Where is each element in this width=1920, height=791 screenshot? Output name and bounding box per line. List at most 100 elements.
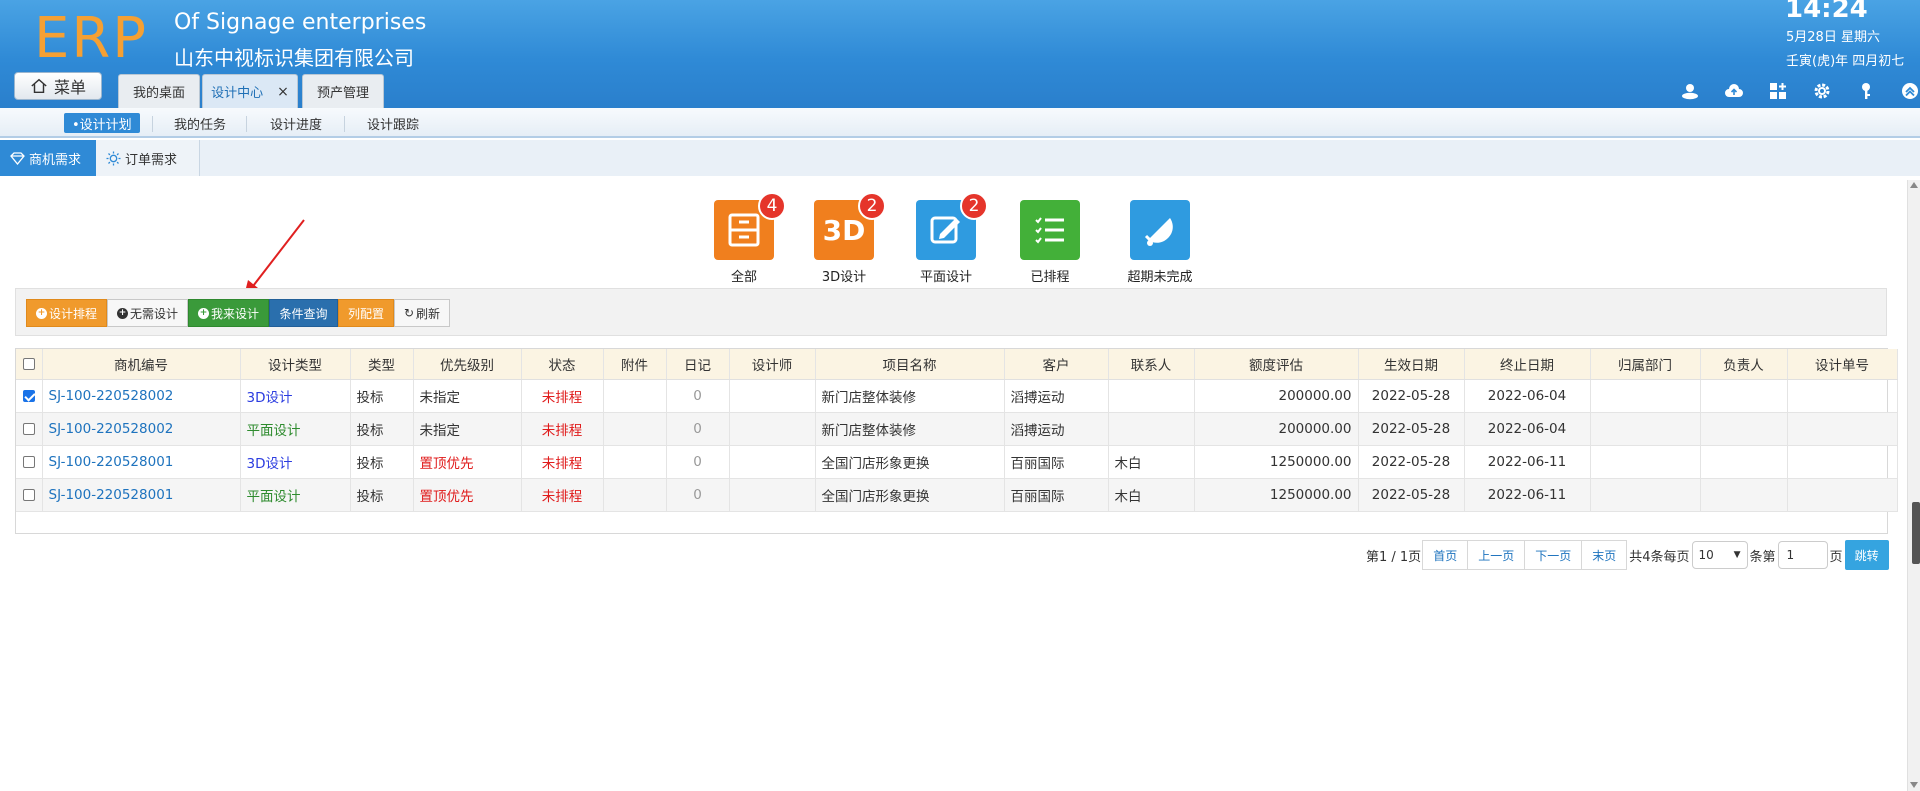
no-design-button[interactable]: + 无需设计: [107, 299, 188, 327]
tab-label: 我的桌面: [132, 86, 185, 101]
column-header[interactable]: 负责人: [1700, 349, 1788, 380]
column-header[interactable]: 设计单号: [1787, 349, 1898, 380]
opportunity-id-link[interactable]: SJ-100-220528002: [42, 379, 241, 413]
subnav-design-progress[interactable]: 设计进度: [270, 113, 322, 133]
lunar-date: 壬寅(虎)年 四月初七: [1786, 54, 1905, 69]
user-icon[interactable]: [1668, 80, 1712, 102]
column-header[interactable]: 终止日期: [1464, 349, 1591, 380]
i-design-button[interactable]: + 我来设计: [188, 299, 269, 327]
category-all[interactable]: 4 全部: [704, 192, 786, 285]
design-no-cell: [1787, 445, 1898, 479]
scroll-up-icon[interactable]: [1910, 182, 1918, 188]
opportunity-id-link[interactable]: SJ-100-220528001: [42, 445, 241, 479]
table-row[interactable]: SJ-100-220528001 平面设计 投标 置顶优先 未排程 0 全国门店…: [16, 478, 1898, 512]
column-header[interactable]: 额度评估: [1194, 349, 1359, 380]
category-label: 已排程: [1030, 270, 1070, 285]
plus-circle-icon: +: [35, 307, 47, 319]
dept-cell: [1590, 478, 1701, 512]
customer-cell: 滔搏运动: [1004, 412, 1109, 446]
category-flat-design[interactable]: 2 平面设计: [906, 192, 988, 285]
scroll-down-icon[interactable]: [1910, 782, 1918, 788]
contact-cell: 木白: [1108, 445, 1195, 479]
key-icon[interactable]: [1844, 80, 1888, 102]
menu-label: 菜单: [53, 78, 86, 97]
button-label: 无需设计: [129, 306, 178, 321]
condition-query-button[interactable]: 条件查询: [269, 299, 338, 327]
page-size-select[interactable]: 10 ▼: [1691, 541, 1748, 569]
opportunity-id-link[interactable]: SJ-100-220528001: [42, 478, 241, 512]
button-label: 设计排程: [48, 306, 97, 321]
tab-preproduction[interactable]: 预产管理: [302, 74, 384, 108]
start-date-cell: 2022-05-28: [1358, 412, 1465, 446]
design-no-cell: [1787, 478, 1898, 512]
opportunity-id-link[interactable]: SJ-100-220528002: [42, 412, 241, 446]
column-header[interactable]: 附件: [603, 349, 667, 380]
last-page-button[interactable]: 末页: [1581, 540, 1628, 570]
column-header[interactable]: 状态: [521, 349, 604, 380]
next-page-button[interactable]: 下一页: [1524, 540, 1583, 570]
amount-cell: 1250000.00: [1194, 478, 1359, 512]
gear-icon[interactable]: [1800, 80, 1844, 102]
tab-my-desktop[interactable]: 我的桌面: [118, 74, 200, 108]
grid-add-icon[interactable]: [1756, 80, 1800, 102]
count-badge: 4: [758, 192, 786, 220]
collapse-up-icon[interactable]: [1888, 80, 1920, 102]
column-header[interactable]: 生效日期: [1358, 349, 1465, 380]
row-checkbox[interactable]: [16, 412, 43, 446]
tab-design-center[interactable]: 设计中心 ×: [202, 74, 298, 108]
dept-cell: [1590, 445, 1701, 479]
column-header[interactable]: 设计类型: [240, 349, 351, 380]
column-header[interactable]: 设计师: [729, 349, 816, 380]
column-config-button[interactable]: 列配置: [338, 299, 394, 327]
button-label: 列配置: [347, 306, 384, 321]
page-number-input[interactable]: 1: [1777, 541, 1828, 569]
column-header[interactable]: 优先级别: [413, 349, 522, 380]
table-row[interactable]: SJ-100-220528002 3D设计 投标 未指定 未排程 0 新门店整体…: [16, 379, 1898, 413]
select-all-checkbox[interactable]: [16, 349, 43, 380]
row-checkbox[interactable]: [16, 478, 43, 512]
customer-cell: 百丽国际: [1004, 445, 1109, 479]
tab-opportunity-demand[interactable]: 商机需求: [0, 140, 96, 176]
category-scheduled[interactable]: 已排程: [1010, 200, 1090, 285]
schedule-design-button[interactable]: + 设计排程: [26, 299, 107, 327]
scrollbar-thumb[interactable]: [1912, 502, 1920, 564]
cloud-upload-icon[interactable]: [1712, 80, 1756, 102]
column-header[interactable]: 商机编号: [42, 349, 241, 380]
tab-label: 设计中心: [211, 86, 264, 101]
row-checkbox[interactable]: [16, 379, 43, 413]
plus-circle-icon: +: [197, 307, 209, 319]
category-overdue[interactable]: 超期未完成: [1120, 200, 1200, 285]
subnav-design-plan[interactable]: •设计计划: [64, 113, 140, 133]
status-cell: 未排程: [521, 445, 604, 479]
design-no-cell: [1787, 412, 1898, 446]
per-label: 条第: [1749, 549, 1776, 565]
subnav-my-tasks[interactable]: 我的任务: [174, 113, 226, 133]
subnav-design-tracking[interactable]: 设计跟踪: [367, 113, 419, 133]
tab-order-demand[interactable]: 订单需求: [96, 140, 200, 176]
end-date-cell: 2022-06-11: [1464, 445, 1591, 479]
first-page-button[interactable]: 首页: [1422, 540, 1469, 570]
design-type-cell: 3D设计: [240, 445, 351, 479]
contact-cell: [1108, 412, 1195, 446]
close-icon[interactable]: ×: [277, 84, 289, 100]
vertical-scrollbar[interactable]: [1907, 180, 1920, 791]
menu-button[interactable]: 菜单: [14, 72, 102, 100]
refresh-button[interactable]: ↻ 刷新: [394, 299, 450, 327]
table-row[interactable]: SJ-100-220528002 平面设计 投标 未指定 未排程 0 新门店整体…: [16, 412, 1898, 446]
checklist-icon: [1020, 200, 1080, 260]
home-icon: [31, 78, 47, 94]
column-header[interactable]: 客户: [1004, 349, 1109, 380]
table-header-row: 商机编号 设计类型 类型 优先级别 状态 附件 日记 设计师 项目名称 客户 联…: [16, 349, 1898, 380]
prev-page-button[interactable]: 上一页: [1467, 540, 1526, 570]
column-header[interactable]: 联系人: [1108, 349, 1195, 380]
table-row[interactable]: SJ-100-220528001 3D设计 投标 置顶优先 未排程 0 全国门店…: [16, 445, 1898, 479]
column-header[interactable]: 项目名称: [815, 349, 1005, 380]
column-header[interactable]: 类型: [350, 349, 414, 380]
column-header[interactable]: 归属部门: [1590, 349, 1701, 380]
go-page-button[interactable]: 跳转: [1844, 540, 1889, 570]
row-checkbox[interactable]: [16, 445, 43, 479]
column-header[interactable]: 日记: [666, 349, 730, 380]
contact-cell: [1108, 379, 1195, 413]
clock-time: 14:24: [1785, 0, 1868, 24]
category-3d-design[interactable]: 3D 2 3D设计: [804, 192, 886, 285]
